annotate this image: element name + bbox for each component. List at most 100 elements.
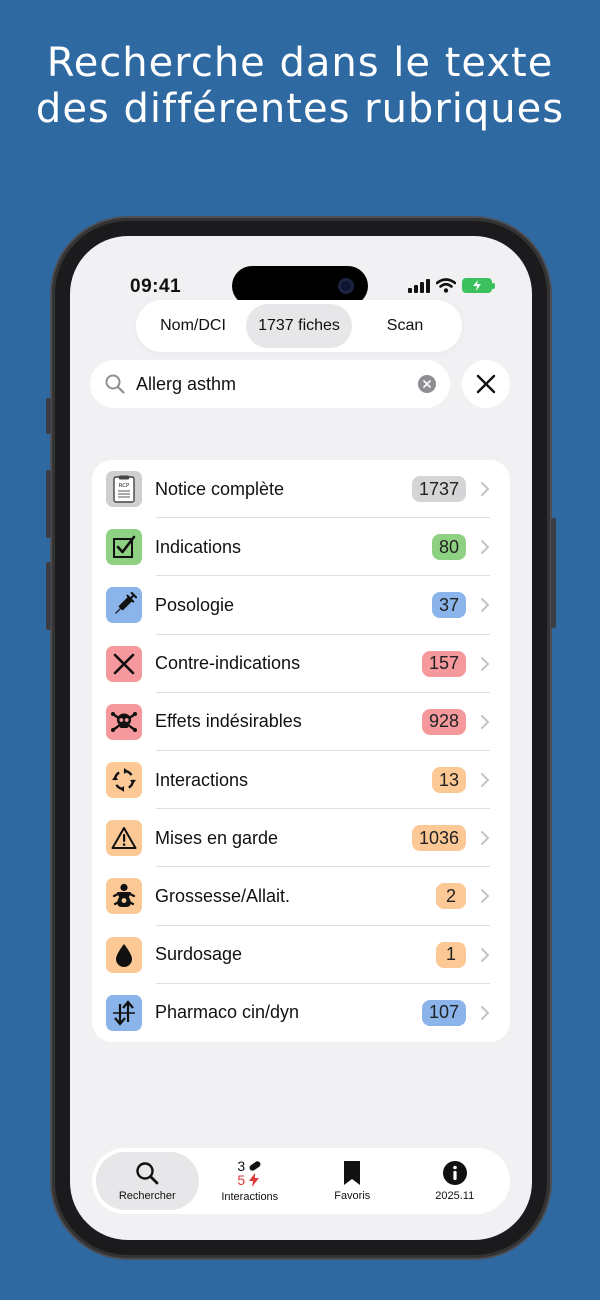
list-item-label: Posologie (155, 594, 235, 615)
close-search-button[interactable] (462, 360, 510, 408)
chevron-right-icon (481, 947, 490, 962)
list-item-label: Indications (155, 536, 242, 557)
list-item-label: Interactions (155, 769, 249, 790)
lightning-icon (249, 1173, 260, 1187)
headline-line-2: des différentes rubriques (35, 86, 565, 132)
list-item[interactable]: Indications 80 (92, 518, 510, 577)
search-icon (136, 1162, 159, 1185)
search-icon (105, 374, 125, 394)
skull-icon (111, 711, 137, 732)
tile (106, 878, 142, 915)
tab-label: Favoris (334, 1190, 371, 1202)
list-item-label: Mises en garde (155, 827, 279, 848)
info-icon (442, 1161, 467, 1185)
tile (106, 529, 142, 566)
count-badge: 1036 (411, 825, 466, 852)
baby-icon (112, 884, 136, 908)
tab-interactions[interactable]: 3 5 Interactions (199, 1152, 302, 1210)
chevron-right-icon (481, 598, 490, 613)
tile (106, 587, 142, 624)
list-item[interactable]: Interactions 13 (92, 751, 510, 810)
tile (106, 703, 142, 740)
rcp-document-icon: RCP (113, 475, 135, 503)
bookmark-icon (344, 1161, 361, 1185)
count-badge: 2 (436, 883, 466, 910)
mode-segmented-control: Nom/DCI 1737 fiches Scan (136, 300, 462, 352)
count-badge: 13 (431, 767, 466, 794)
power-button (551, 518, 556, 628)
count-badge: 157 (421, 650, 466, 677)
warning-icon (111, 827, 137, 850)
arrows-circle-icon (112, 768, 136, 793)
status-icons (408, 278, 495, 293)
close-icon (476, 374, 496, 394)
battery-icon (462, 278, 495, 293)
tab-label: 2025.11 (435, 1190, 475, 1202)
tile (106, 936, 142, 973)
chevron-right-icon (481, 889, 490, 904)
chevron-right-icon (481, 656, 490, 671)
list-item-label: Pharmaco cin/dyn (155, 1002, 300, 1023)
list-item-label: Contre-indications (155, 653, 301, 674)
list-item-label: Effets indésirables (155, 711, 302, 732)
count-badge: 107 (421, 999, 466, 1026)
mute-switch (46, 398, 51, 434)
tab-favoris[interactable]: Favoris (301, 1152, 404, 1210)
checkbox-icon (113, 535, 136, 559)
list-item[interactable]: Mises en garde 1036 (92, 809, 510, 868)
drop-icon (116, 943, 132, 967)
tab-rechercher[interactable]: Rechercher (96, 1152, 199, 1210)
signal-icon (408, 278, 430, 293)
segment-scan[interactable]: Scan (352, 304, 458, 348)
list-item[interactable]: Posologie 37 (92, 576, 510, 635)
category-list: RCP Notice complète 1737 Indications 80 … (92, 460, 510, 1042)
headline: Recherche dans le texte des différentes … (0, 40, 600, 132)
tab-bar: Rechercher 3 5 Interactions Favoris 2025… (92, 1148, 510, 1214)
chevron-right-icon (481, 714, 490, 729)
count-badge: 80 (431, 534, 466, 561)
pill-icon (249, 1161, 261, 1171)
list-item[interactable]: Grossesse/Allait. 2 (92, 867, 510, 926)
clear-search-icon[interactable] (418, 375, 436, 393)
svg-text:RCP: RCP (119, 483, 130, 489)
tile (106, 994, 142, 1031)
headline-line-1: Recherche dans le texte (46, 40, 554, 86)
tile (106, 820, 142, 857)
tile (106, 645, 142, 682)
list-item-label: Notice complète (155, 478, 285, 499)
volume-up-button (46, 470, 51, 538)
tab-label: Rechercher (118, 1190, 176, 1202)
chevron-right-icon (481, 482, 490, 497)
chevron-right-icon (481, 540, 490, 555)
search-input[interactable] (136, 373, 418, 395)
count-badge: 1 (436, 941, 466, 968)
up-down-arrows-icon (113, 1000, 135, 1026)
phone-frame: 09:41 Nom/DCI 1737 fiches Scan Allerg as… (46, 218, 556, 1258)
list-item-label: Surdosage (155, 944, 243, 965)
segment-nom-dci[interactable]: Nom/DCI (140, 304, 246, 348)
list-item[interactable]: Surdosage 1 (92, 926, 510, 984)
volume-down-button (46, 562, 51, 630)
list-item[interactable]: RCP Notice complète 1737 (92, 460, 510, 519)
chevron-right-icon (481, 831, 490, 846)
cross-icon (113, 653, 135, 674)
screen: 09:41 Nom/DCI 1737 fiches Scan Allerg as… (70, 236, 532, 1240)
segment-fiches[interactable]: 1737 fiches (246, 304, 352, 348)
syringe-icon (115, 592, 137, 615)
chevron-right-icon (481, 1005, 490, 1020)
chevron-right-icon (481, 773, 490, 788)
interactions-count-bottom: 5 (237, 1172, 246, 1188)
search-bar (90, 360, 450, 408)
count-badge: 928 (421, 708, 466, 735)
interactions-icon: 3 5 (237, 1159, 262, 1187)
list-item[interactable]: Effets indésirables 928 (92, 693, 510, 751)
tab-info[interactable]: 2025.11 (404, 1152, 507, 1210)
count-badge: 1737 (411, 476, 466, 503)
list-item[interactable]: Pharmaco cin/dyn 107 (92, 984, 510, 1042)
tile: RCP (106, 471, 142, 508)
wifi-icon (436, 278, 456, 293)
tab-label: Interactions (221, 1191, 279, 1203)
status-time: 09:41 (130, 276, 182, 297)
list-item[interactable]: Contre-indications 157 (92, 635, 510, 693)
count-badge: 37 (431, 592, 466, 619)
